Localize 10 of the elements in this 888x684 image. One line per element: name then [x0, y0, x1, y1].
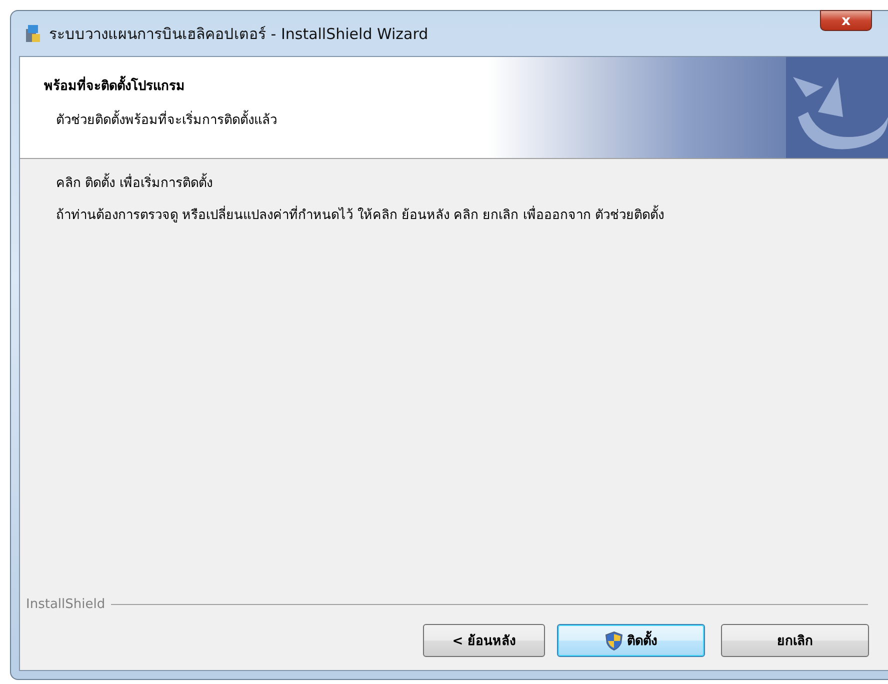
wizard-button[interactable]: < ย้อนหลัง [423, 624, 545, 657]
window-title: ระบบวางแผนการบินเฮลิคอปเตอร์ - InstallShield Wizard [49, 24, 428, 44]
header-subtitle: ตัวช่วยติดตั้งพร้อมที่จะเริ่มการติดตั้งแล้ว [44, 109, 488, 130]
header-title: พร้อมที่จะติดตั้งโปรแกรม [44, 75, 488, 96]
brand-label: InstallShield [26, 597, 106, 612]
close-button[interactable]: x [820, 10, 872, 31]
installer-icon [23, 24, 43, 44]
wizard-button[interactable]: ติดตั้ง [557, 624, 705, 657]
shield-icon [605, 630, 623, 650]
wizard-button[interactable]: ยกเลิก [721, 624, 869, 657]
